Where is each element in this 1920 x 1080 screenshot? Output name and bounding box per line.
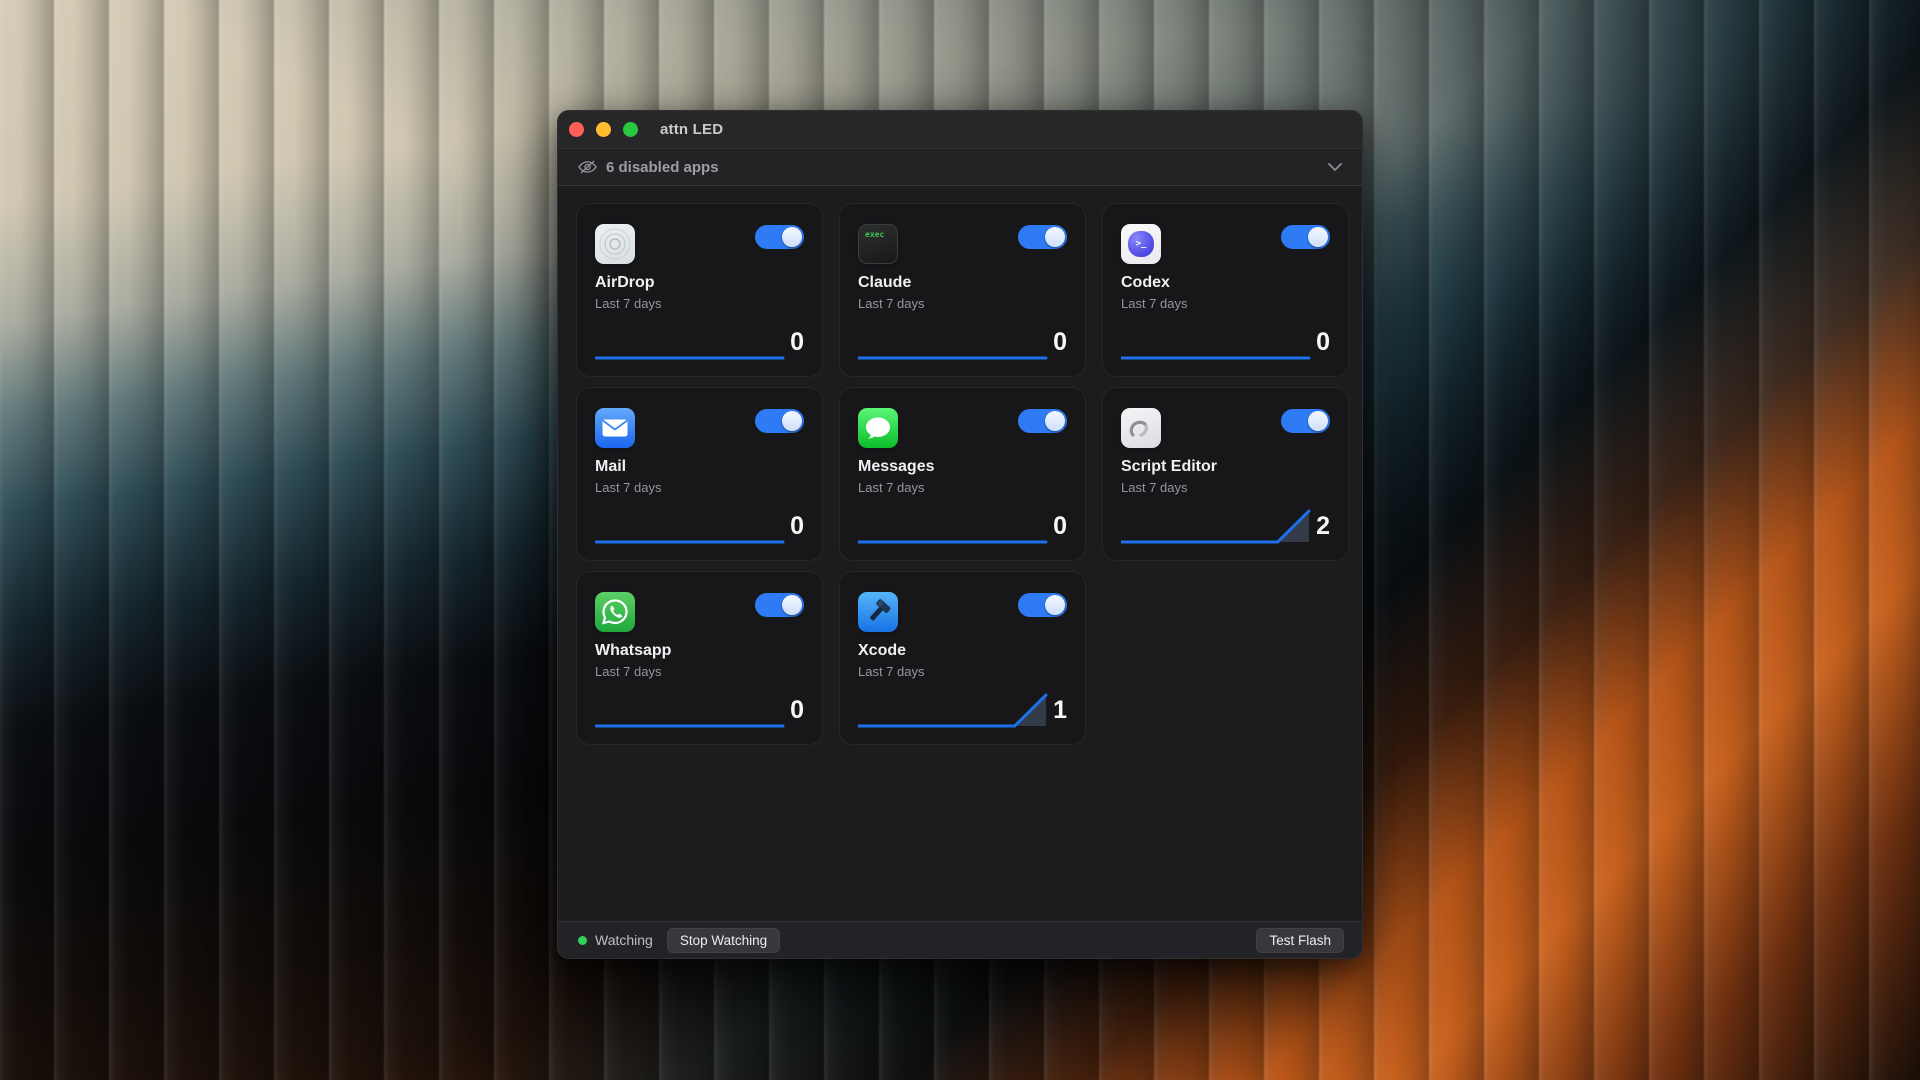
toggle-knob bbox=[1308, 227, 1328, 247]
app-name: Claude bbox=[858, 274, 911, 292]
watching-status-dot bbox=[578, 936, 587, 945]
app-count: 0 bbox=[1316, 330, 1330, 355]
window-content: AirDrop Last 7 days 0 exec Claude Last 7… bbox=[558, 187, 1362, 921]
app-card-xcode: Xcode Last 7 days 1 bbox=[839, 571, 1086, 745]
app-period-label: Last 7 days bbox=[858, 664, 925, 679]
activity-sparkline bbox=[595, 322, 788, 362]
xcode-enabled-toggle[interactable] bbox=[1018, 593, 1067, 617]
stop-watching-button[interactable]: Stop Watching bbox=[667, 928, 780, 953]
app-card-codex: >_ Codex Last 7 days 0 bbox=[1102, 203, 1349, 377]
scripteditor-enabled-toggle[interactable] bbox=[1281, 409, 1330, 433]
activity-sparkline bbox=[858, 690, 1051, 730]
airdrop-enabled-toggle[interactable] bbox=[755, 225, 804, 249]
app-card-mail: Mail Last 7 days 0 bbox=[576, 387, 823, 561]
window-titlebar: attn LED bbox=[558, 111, 1362, 149]
eye-slash-icon bbox=[578, 160, 597, 174]
app-period-label: Last 7 days bbox=[595, 296, 662, 311]
script-editor-app-icon bbox=[1121, 408, 1161, 448]
watching-status-label: Watching bbox=[595, 932, 653, 948]
app-name: AirDrop bbox=[595, 274, 655, 292]
app-period-label: Last 7 days bbox=[1121, 296, 1188, 311]
app-card-messages: Messages Last 7 days 0 bbox=[839, 387, 1086, 561]
attn-led-window: attn LED 6 disabled apps AirDrop Last 7 … bbox=[557, 110, 1363, 959]
toggle-knob bbox=[1045, 595, 1065, 615]
app-count: 0 bbox=[790, 698, 804, 723]
app-count: 0 bbox=[1053, 330, 1067, 355]
airdrop-app-icon bbox=[595, 224, 635, 264]
activity-sparkline bbox=[595, 690, 788, 730]
toggle-knob bbox=[1308, 411, 1328, 431]
toggle-knob bbox=[1045, 411, 1065, 431]
window-footer: Watching Stop Watching Test Flash bbox=[558, 921, 1362, 958]
disabled-apps-count-label: 6 disabled apps bbox=[606, 159, 1328, 176]
app-period-label: Last 7 days bbox=[858, 296, 925, 311]
app-period-label: Last 7 days bbox=[858, 480, 925, 495]
app-count: 0 bbox=[790, 330, 804, 355]
codex-enabled-toggle[interactable] bbox=[1281, 225, 1330, 249]
test-flash-button[interactable]: Test Flash bbox=[1256, 928, 1344, 953]
claude-enabled-toggle[interactable] bbox=[1018, 225, 1067, 249]
app-name: Xcode bbox=[858, 642, 906, 660]
activity-sparkline bbox=[1121, 506, 1314, 546]
window-title: attn LED bbox=[660, 121, 723, 138]
toggle-knob bbox=[1045, 227, 1065, 247]
mail-enabled-toggle[interactable] bbox=[755, 409, 804, 433]
claude-terminal-app-icon: exec bbox=[858, 224, 898, 264]
disabled-apps-disclosure[interactable]: 6 disabled apps bbox=[558, 149, 1362, 186]
app-name: Codex bbox=[1121, 274, 1170, 292]
app-count: 0 bbox=[1053, 514, 1067, 539]
whatsapp-enabled-toggle[interactable] bbox=[755, 593, 804, 617]
app-count: 0 bbox=[790, 514, 804, 539]
app-period-label: Last 7 days bbox=[595, 480, 662, 495]
app-card-scripteditor: Script Editor Last 7 days 2 bbox=[1102, 387, 1349, 561]
toggle-knob bbox=[782, 411, 802, 431]
close-button[interactable] bbox=[569, 122, 584, 137]
toggle-knob bbox=[782, 227, 802, 247]
app-period-label: Last 7 days bbox=[1121, 480, 1188, 495]
minimize-button[interactable] bbox=[596, 122, 611, 137]
app-grid: AirDrop Last 7 days 0 exec Claude Last 7… bbox=[576, 203, 1349, 745]
app-name: Messages bbox=[858, 458, 935, 476]
app-card-airdrop: AirDrop Last 7 days 0 bbox=[576, 203, 823, 377]
app-name: Whatsapp bbox=[595, 642, 671, 660]
xcode-app-icon bbox=[858, 592, 898, 632]
app-card-claude: exec Claude Last 7 days 0 bbox=[839, 203, 1086, 377]
app-name: Script Editor bbox=[1121, 458, 1217, 476]
activity-sparkline bbox=[595, 506, 788, 546]
messages-app-icon bbox=[858, 408, 898, 448]
toggle-knob bbox=[782, 595, 802, 615]
app-count: 2 bbox=[1316, 514, 1330, 539]
chevron-down-icon[interactable] bbox=[1328, 163, 1342, 171]
app-period-label: Last 7 days bbox=[595, 664, 662, 679]
app-card-whatsapp: Whatsapp Last 7 days 0 bbox=[576, 571, 823, 745]
app-name: Mail bbox=[595, 458, 626, 476]
whatsapp-app-icon bbox=[595, 592, 635, 632]
activity-sparkline bbox=[858, 322, 1051, 362]
app-count: 1 bbox=[1053, 698, 1067, 723]
zoom-button[interactable] bbox=[623, 122, 638, 137]
activity-sparkline bbox=[1121, 322, 1314, 362]
activity-sparkline bbox=[858, 506, 1051, 546]
codex-app-icon: >_ bbox=[1121, 224, 1161, 264]
mail-app-icon bbox=[595, 408, 635, 448]
traffic-lights bbox=[569, 122, 638, 137]
messages-enabled-toggle[interactable] bbox=[1018, 409, 1067, 433]
